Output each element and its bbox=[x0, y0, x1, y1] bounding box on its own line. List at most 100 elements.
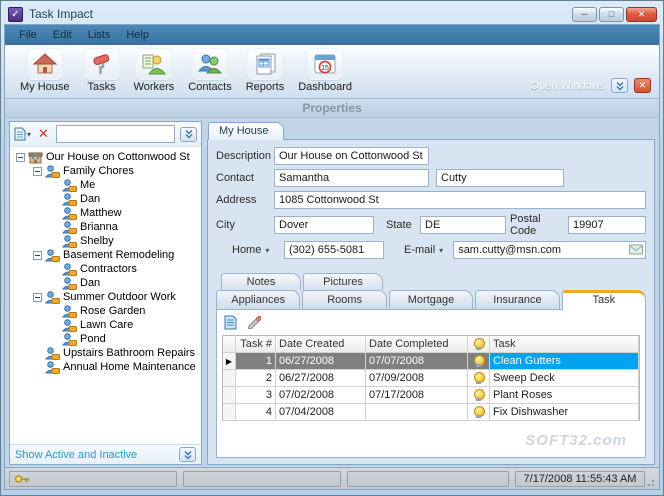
tab[interactable]: Notes bbox=[221, 273, 301, 290]
tree-item-label: Me bbox=[80, 179, 96, 191]
header-date-created[interactable]: Date Created bbox=[276, 336, 366, 353]
contact-last-field[interactable] bbox=[436, 169, 564, 187]
table-row[interactable]: 2 06/27/2008 07/09/2008 Sweep Deck bbox=[223, 370, 639, 387]
open-windows-close-button[interactable]: ✕ bbox=[634, 78, 651, 93]
description-field[interactable] bbox=[274, 147, 429, 165]
paint-roller-icon bbox=[83, 48, 120, 80]
toolbar-reports-button[interactable]: Reports bbox=[239, 47, 292, 94]
tab[interactable]: Mortgage bbox=[388, 290, 474, 309]
cell-task: Plant Roses bbox=[490, 387, 639, 404]
header-task[interactable]: Task bbox=[490, 336, 639, 353]
email-field[interactable] bbox=[453, 241, 646, 259]
tree-item[interactable]: Brianna bbox=[12, 220, 201, 234]
tab[interactable]: Task bbox=[561, 290, 647, 310]
tree-item[interactable]: Annual Home Maintenance bbox=[12, 360, 201, 374]
menu-item[interactable]: Edit bbox=[45, 27, 80, 43]
toolbar-my-house-button[interactable]: My House bbox=[13, 47, 77, 94]
tree-item[interactable]: Lawn Care bbox=[12, 318, 201, 332]
cell-task-num: 3 bbox=[236, 387, 276, 404]
table-row[interactable]: 4 07/04/2008 Fix Dishwasher bbox=[223, 404, 639, 421]
contact-first-field[interactable] bbox=[274, 169, 429, 187]
new-item-dropdown-caret[interactable]: ▾ bbox=[27, 130, 31, 139]
tree-expander-icon[interactable] bbox=[33, 166, 42, 176]
cell-date-created: 07/02/2008 bbox=[276, 387, 366, 404]
header-selector bbox=[223, 336, 236, 353]
tree-item-label: Lawn Care bbox=[80, 319, 134, 331]
delete-item-button[interactable]: ✕ bbox=[36, 127, 51, 140]
tree-item-icon bbox=[62, 318, 77, 332]
tab[interactable]: Appliances bbox=[216, 290, 301, 309]
toolbar-contacts-button[interactable]: Contacts bbox=[181, 47, 238, 94]
table-row[interactable]: 1 06/27/2008 07/07/2008 Clean Gutters bbox=[223, 353, 639, 370]
tab[interactable]: Rooms bbox=[302, 290, 387, 309]
tab[interactable]: Pictures bbox=[303, 273, 383, 290]
header-task-num[interactable]: Task # bbox=[236, 336, 276, 353]
tree-item-label: Brianna bbox=[80, 221, 118, 233]
new-item-button[interactable]: ▾ bbox=[14, 127, 31, 141]
tree-item[interactable]: Dan bbox=[12, 192, 201, 206]
toolbar-dashboard-button[interactable]: 15 Dashboard bbox=[291, 47, 359, 94]
phone-field[interactable] bbox=[284, 241, 384, 259]
envelope-icon[interactable] bbox=[629, 244, 643, 258]
phone-type-dropdown[interactable]: Home ▾ bbox=[232, 244, 274, 256]
postal-code-field[interactable] bbox=[568, 216, 646, 234]
tree-search-input[interactable] bbox=[55, 125, 175, 143]
tree-item[interactable]: Family Chores bbox=[12, 164, 201, 178]
tree-item[interactable]: Dan bbox=[12, 276, 201, 290]
tree-item[interactable]: Pond bbox=[12, 332, 201, 346]
state-field[interactable] bbox=[420, 216, 506, 234]
my-house-page: Description Contact Address City bbox=[207, 139, 655, 465]
new-task-button[interactable] bbox=[224, 315, 237, 333]
app-icon: ✓ bbox=[8, 6, 23, 22]
table-row[interactable]: 3 07/02/2008 07/17/2008 Plant Roses bbox=[223, 387, 639, 404]
tree-item[interactable]: Me bbox=[12, 178, 201, 192]
tree-item[interactable]: Our House on Cottonwood St bbox=[12, 150, 201, 164]
address-label: Address bbox=[216, 194, 257, 206]
cell-date-completed: 07/17/2008 bbox=[366, 387, 468, 404]
menu-item[interactable]: Lists bbox=[80, 27, 119, 43]
tab-my-house[interactable]: My House bbox=[208, 122, 284, 140]
edit-task-button[interactable] bbox=[246, 315, 262, 332]
address-field[interactable] bbox=[274, 191, 646, 209]
tree-item[interactable]: Upstairs Bathroom Repairs bbox=[12, 346, 201, 360]
minimize-button[interactable]: ─ bbox=[572, 6, 597, 22]
phone-type-label: Home bbox=[232, 244, 262, 256]
tree-item[interactable]: Basement Remodeling bbox=[12, 248, 201, 262]
tree-item[interactable]: Summer Outdoor Work bbox=[12, 290, 201, 304]
header-priority[interactable] bbox=[468, 336, 490, 353]
tree-item-icon bbox=[62, 304, 77, 318]
postal-code-label: Postal Code bbox=[510, 213, 541, 237]
tree-item[interactable]: Contractors bbox=[12, 262, 201, 276]
email-label: E-mail bbox=[404, 244, 436, 256]
tree-item[interactable]: Shelby bbox=[12, 234, 201, 248]
email-type-dropdown[interactable]: E-mail ▾ bbox=[404, 244, 443, 256]
menu-item[interactable]: File bbox=[11, 27, 45, 43]
toolbar-label: Workers bbox=[133, 81, 175, 93]
bulb-icon bbox=[473, 355, 485, 367]
open-windows-chevron-button[interactable] bbox=[611, 78, 628, 93]
tab[interactable]: Insurance bbox=[475, 290, 560, 309]
toolbar-workers-button[interactable]: Workers bbox=[127, 47, 182, 94]
tree-item-icon bbox=[62, 332, 77, 346]
tree-item[interactable]: Rose Garden bbox=[12, 304, 201, 318]
resize-grip-icon[interactable] bbox=[647, 477, 657, 487]
tree-item-icon bbox=[62, 234, 77, 248]
footer-chevron-button[interactable] bbox=[179, 447, 196, 462]
tree-expander-icon[interactable] bbox=[33, 250, 42, 260]
tree-item[interactable]: Matthew bbox=[12, 206, 201, 220]
header-date-completed[interactable]: Date Completed bbox=[366, 336, 468, 353]
maximize-button[interactable]: □ bbox=[599, 6, 624, 22]
tree-item-label: Summer Outdoor Work bbox=[63, 291, 176, 303]
city-field[interactable] bbox=[274, 216, 374, 234]
bulb-icon bbox=[473, 338, 485, 350]
close-button[interactable]: ✕ bbox=[626, 6, 657, 22]
tree-expander-icon[interactable] bbox=[33, 292, 42, 302]
tree-expander-icon[interactable] bbox=[16, 152, 25, 162]
toolbar-label: Contacts bbox=[188, 81, 232, 93]
tree-filter-chevron-button[interactable] bbox=[180, 126, 197, 142]
menu-item[interactable]: Help bbox=[118, 27, 157, 43]
cell-date-created: 06/27/2008 bbox=[276, 353, 366, 370]
show-active-inactive-link[interactable]: Show Active and Inactive bbox=[15, 449, 137, 461]
toolbar-tasks-button[interactable]: Tasks bbox=[77, 47, 127, 94]
tree-item-icon bbox=[62, 206, 77, 220]
